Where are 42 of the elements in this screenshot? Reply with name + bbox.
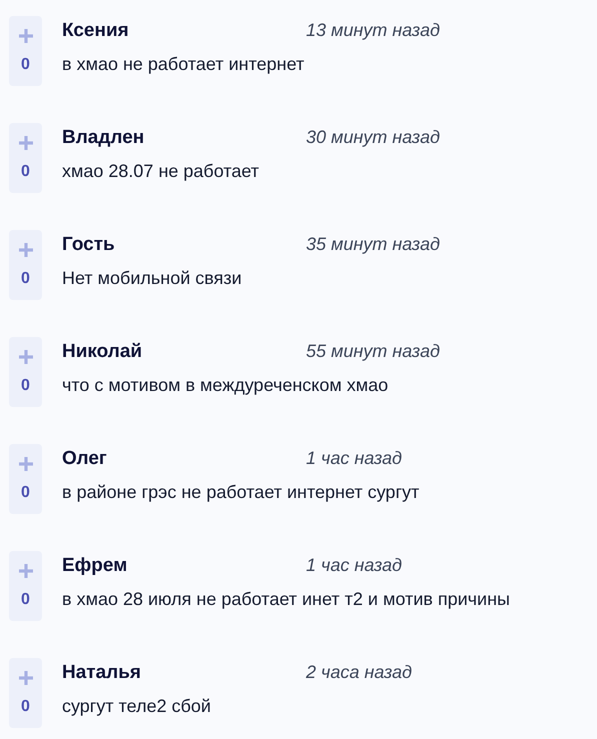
comment-time: 30 минут назад [306, 127, 440, 148]
comment-text: в хмао 28 июля не работает инет т2 и мотив причины [62, 589, 510, 610]
author-name: Гость [62, 234, 116, 256]
plus-icon [18, 349, 34, 365]
upvote-button[interactable] [18, 135, 34, 151]
comment-time: 13 минут назад [306, 20, 440, 41]
comment-text: в районе грэс не работает интернет сургут [62, 482, 420, 503]
upvote-button[interactable] [18, 28, 34, 44]
plus-icon [18, 670, 34, 686]
author-name: Ефрем [62, 555, 128, 577]
comment-text: Нет мобильной связи [62, 268, 243, 289]
comment-time: 2 часа назад [306, 662, 412, 683]
vote-count: 0 [21, 270, 30, 288]
upvote-button[interactable] [18, 242, 34, 258]
plus-icon [18, 456, 34, 472]
plus-icon [18, 28, 34, 44]
vote-count: 0 [21, 484, 30, 502]
vote-count: 0 [21, 591, 30, 609]
comment-time: 55 минут назад [306, 341, 440, 362]
comment-time: 1 час назад [306, 555, 402, 576]
comment-text: сургут теле2 сбой [62, 696, 212, 717]
plus-icon [18, 563, 34, 579]
comment-time: 1 час назад [306, 448, 402, 469]
vote-count: 0 [21, 698, 30, 716]
plus-icon [18, 242, 34, 258]
author-name: Николай [62, 341, 144, 363]
vote-count: 0 [21, 377, 30, 395]
upvote-button[interactable] [18, 456, 34, 472]
comment-text: что с мотивом в междуреченском хмао [62, 375, 390, 396]
upvote-button[interactable] [18, 563, 34, 579]
comment-text: в хмао не работает интернет [62, 54, 306, 75]
comment-time: 35 минут назад [306, 234, 440, 255]
comment-text: хмао 28.07 не работает [62, 161, 260, 182]
author-name: Наталья [62, 662, 142, 684]
upvote-button[interactable] [18, 349, 34, 365]
upvote-button[interactable] [18, 670, 34, 686]
author-name: Олег [62, 448, 108, 470]
author-name: Ксения [62, 20, 130, 42]
plus-icon [18, 135, 34, 151]
author-name: Владлен [62, 127, 146, 149]
vote-count: 0 [21, 56, 30, 74]
vote-count: 0 [21, 163, 30, 181]
